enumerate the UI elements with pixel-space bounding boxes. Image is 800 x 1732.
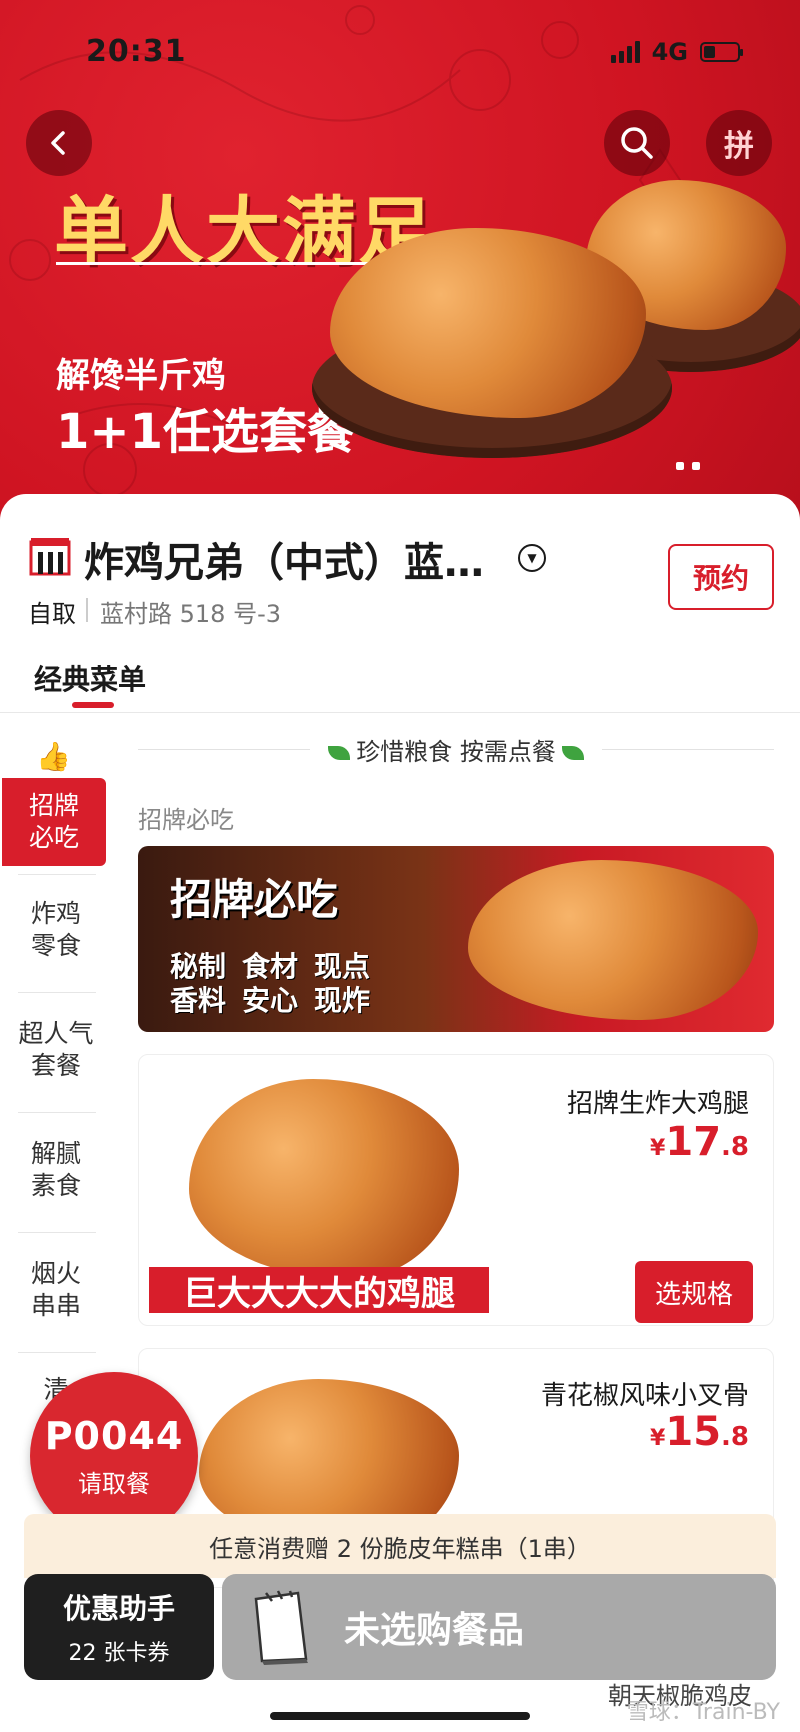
drumstick-image [468, 860, 758, 1020]
hero-banner[interactable]: 20:31 4G 拼 单人大满足 解馋半斤鸡 1+1任选套餐 [0, 0, 800, 520]
select-spec-button[interactable]: 选规格 [635, 1261, 753, 1323]
food-waste-notice: 珍惜粮食 按需点餐 [138, 732, 775, 767]
banner-divider [56, 262, 396, 265]
leaf-icon [561, 746, 584, 760]
promo-tag: 秘制 [170, 950, 227, 983]
sidebar-item-label: 素食 [30, 1171, 81, 1200]
search-icon [621, 127, 653, 159]
helper-title: 优惠助手 [62, 1592, 175, 1625]
promo-tag: 现点 [314, 950, 371, 983]
tab-classic-menu[interactable]: 经典菜单 [34, 658, 146, 698]
product-name: 青花椒风味小叉骨 [540, 1381, 749, 1411]
divider [18, 874, 96, 875]
chevron-down-icon[interactable]: ▼ [518, 544, 546, 572]
carousel-indicator [676, 462, 700, 470]
sidebar-item-skewers[interactable]: 烟火 串串 [0, 1258, 112, 1322]
sidebar-item-label: 解腻 [30, 1139, 81, 1168]
banner-offer: 1+1任选套餐 [56, 404, 356, 460]
status-indicators: 4G [610, 38, 743, 66]
promo-tags: 秘制 食材 现点 香料 安心 现炸 [170, 950, 370, 1018]
back-button[interactable] [26, 110, 92, 176]
coupon-helper-button[interactable]: 优惠助手 22 张卡券 [24, 1574, 214, 1680]
product-name: 招牌生炸大鸡腿 [566, 1089, 749, 1119]
divider [18, 1112, 96, 1113]
pickup-mode: 自取 [28, 600, 76, 628]
sidebar-item-label: 烟火 [30, 1259, 81, 1288]
pickup-label: 请取餐 [78, 1469, 150, 1498]
network-label: 4G [651, 38, 688, 66]
sidebar-item-label: 炸鸡 [30, 899, 81, 928]
sidebar-item-vegetables[interactable]: 解腻 素食 [0, 1138, 112, 1202]
sidebar-item-label: 必吃 [28, 823, 79, 852]
sidebar-item-label: 串串 [30, 1291, 81, 1320]
product-card[interactable]: 巨大大大大的鸡腿 招牌生炸大鸡腿 ¥17.8 选规格 [138, 1054, 774, 1326]
sidebar-item-combos[interactable]: 超人气 套餐 [0, 1018, 112, 1082]
section-title: 招牌必吃 [138, 806, 234, 834]
promo-tag: 香料 [170, 984, 227, 1017]
promo-tag: 食材 [242, 950, 299, 983]
leaf-icon [328, 746, 351, 760]
tab-divider [0, 712, 800, 713]
product-price: ¥15.8 [650, 1409, 749, 1455]
battery-icon [700, 42, 743, 62]
search-button[interactable] [604, 110, 670, 176]
store-address: 蓝村路 518 号-3 [100, 600, 281, 628]
section-promo-banner[interactable]: 招牌必吃 秘制 食材 现点 香料 安心 现炸 [138, 846, 774, 1032]
product-price: ¥17.8 [650, 1119, 749, 1165]
sidebar-item-fried-chicken[interactable]: 炸鸡 零食 [0, 898, 112, 962]
status-time: 20:31 [86, 34, 187, 69]
promo-tag: 现炸 [314, 984, 371, 1017]
sidebar-item-label: 套餐 [30, 1051, 81, 1080]
offer-bar[interactable]: 任意消费赠 2 份脆皮年糕串（1串） [24, 1514, 776, 1578]
thumbs-up-icon: 👍 [36, 740, 71, 773]
promo-tag: 安心 [242, 984, 299, 1017]
pickup-code: P0044 [44, 1413, 184, 1458]
group-order-button[interactable]: 拼 [706, 110, 772, 176]
tab-indicator [72, 702, 114, 708]
product-image [189, 1079, 459, 1279]
product-slogan: 巨大大大大的鸡腿 [149, 1267, 489, 1314]
notice-text: 珍惜粮食 按需点餐 [356, 738, 556, 766]
cart-status: 未选购餐品 [344, 1610, 525, 1651]
store-name[interactable]: 炸鸡兄弟（中式）蓝… [84, 530, 484, 588]
watermark: 雪球：Train-BY [626, 1700, 780, 1725]
banner-subtitle: 解馋半斤鸡 [56, 356, 226, 396]
divider [18, 1352, 96, 1353]
shopping-bag-icon [254, 1590, 308, 1665]
chevron-left-icon [51, 131, 65, 155]
divider [18, 1232, 96, 1233]
signal-icon [610, 41, 640, 63]
sidebar-item-signature[interactable]: 招牌 必吃 [2, 778, 106, 866]
sidebar-item-label: 超人气 [18, 1019, 94, 1048]
divider [86, 598, 88, 622]
home-indicator[interactable] [270, 1712, 530, 1720]
sidebar-item-label: 招牌 [28, 791, 79, 820]
promo-title: 招牌必吃 [170, 875, 339, 924]
sidebar-item-label: 零食 [30, 931, 81, 960]
reserve-button[interactable]: 预约 [668, 544, 774, 610]
divider [18, 992, 96, 993]
cart-bar[interactable]: 未选购餐品 [222, 1574, 776, 1680]
store-icon [29, 538, 71, 576]
coupon-count: 22 张卡券 [68, 1641, 170, 1666]
